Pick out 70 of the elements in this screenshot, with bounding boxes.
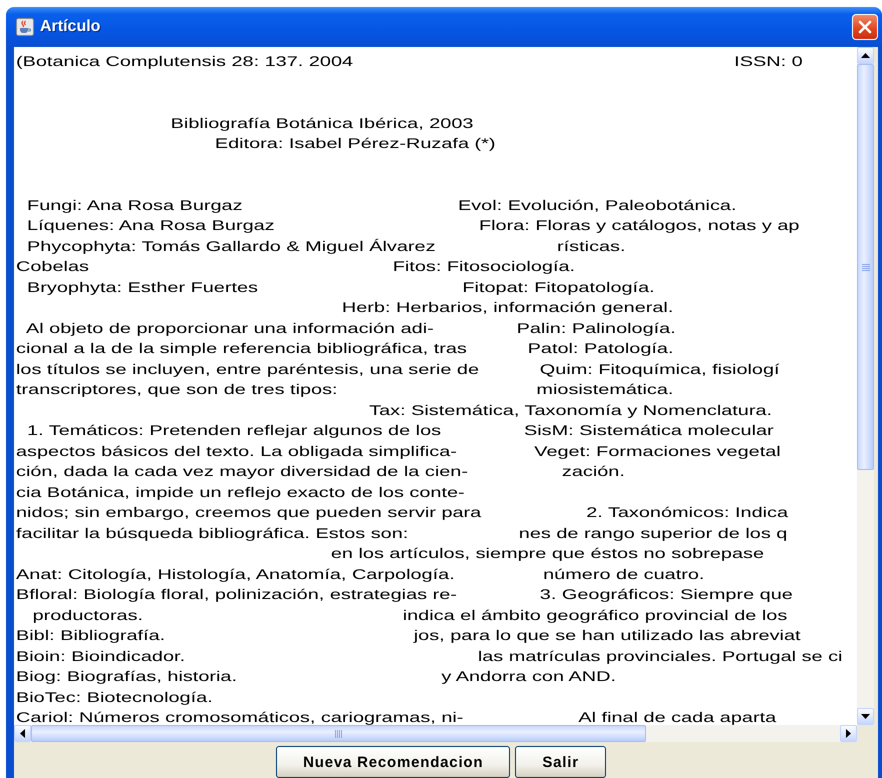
- text-line: Patol: Patología.: [528, 340, 674, 356]
- text-line: 2. Taxonómicos: Indica: [586, 504, 788, 520]
- text-line: jos, para lo que se han utilizado las abreviat: [414, 627, 801, 643]
- text-line: Palin: Palinología.: [516, 320, 676, 336]
- text-line: indica el ámbito geográfico provincial de los: [402, 606, 788, 622]
- text-line: Cobelas: [16, 258, 89, 274]
- text-line: (Botanica Complutensis 28: 137. 2004: [16, 53, 354, 69]
- text-line: 1. Temáticos: Pretenden reflejar algunos de los: [27, 422, 442, 438]
- text-line: Bryophyta: Esther Fuertes: [27, 278, 258, 294]
- close-button[interactable]: [852, 14, 878, 40]
- text-line: Veget: Formaciones vegetal: [534, 442, 781, 458]
- text-line: Al objeto de proporcionar una información adi-: [26, 320, 434, 336]
- scroll-up-button[interactable]: [857, 47, 874, 64]
- vertical-scrollbar[interactable]: [857, 47, 874, 725]
- scrollbar-thumb[interactable]: [31, 725, 646, 742]
- text-area[interactable]: [14, 47, 857, 725]
- text-line: Anat: Citología, Histología, Anatomía, Carpología.: [16, 566, 455, 582]
- scroll-right-button[interactable]: [840, 725, 857, 742]
- text-line: Evol: Evolución, Paleobotánica.: [458, 196, 736, 212]
- text-line: SisM: Sistemática molecular: [524, 422, 774, 438]
- text-line: 3. Geográficos: Siempre que: [540, 586, 793, 602]
- text-line: zación.: [562, 463, 625, 479]
- text-line: Fungi: Ana Rosa Burgaz: [27, 196, 243, 212]
- right-arrow-icon: [846, 729, 851, 738]
- coffee-cup-icon: [16, 18, 34, 36]
- text-line: Bioin: Bioindicador.: [16, 648, 186, 664]
- text-line: Flora: Floras y catálogos, notas y ap: [478, 217, 800, 233]
- text-line: las matrículas provinciales. Portugal se ci: [478, 648, 842, 664]
- text-line: miosistemática.: [536, 381, 674, 397]
- text-line: aspectos básicos del texto. La obligada simplifica-: [16, 442, 457, 458]
- text-line: los títulos se incluyen, entre paréntesis, una serie de: [16, 360, 480, 376]
- text-line: y Andorra con AND.: [441, 668, 616, 684]
- text-line: ISSN: 0: [734, 53, 803, 69]
- horizontal-scrollbar[interactable]: [14, 725, 857, 742]
- text-line: Al final de cada aparta: [578, 709, 776, 725]
- text-line: nidos; sin embargo, creemos que pueden servir para: [16, 504, 482, 520]
- window-title: Artículo: [40, 18, 102, 36]
- text-line: Fitos: Fitosociología.: [392, 258, 576, 274]
- text-line: cia Botánica, impide un reflejo exacto de los conte-: [16, 484, 465, 500]
- text-line: Herb: Herbarios, información general.: [342, 299, 674, 315]
- text-line: facilitar la búsqueda bibliográfica. Estos son:: [16, 524, 408, 540]
- text-line: Biog: Biografías, historia.: [16, 668, 237, 684]
- close-icon: [858, 20, 872, 34]
- text-line: BioTec: Biotecnología.: [16, 688, 213, 704]
- text-line: Bibl: Bibliografía.: [16, 627, 166, 643]
- text-line: número de cuatro.: [543, 566, 704, 582]
- exit-button[interactable]: Salir: [515, 746, 606, 778]
- text-line: rísticas.: [557, 238, 626, 254]
- text-line: nes de rango superior de los q: [518, 524, 788, 540]
- text-line: Bibliografía Botánica Ibérica, 2003: [170, 114, 474, 130]
- text-line: productoras.: [32, 606, 144, 622]
- text-line: Líquenes: Ana Rosa Burgaz: [27, 217, 275, 233]
- text-line: Fitopat: Fitopatología.: [462, 278, 655, 294]
- text-line: Bfloral: Biología floral, polinización, estrategias re-: [16, 586, 457, 602]
- scroll-left-button[interactable]: [14, 725, 31, 742]
- down-arrow-icon: [861, 714, 870, 719]
- text-line: Editora: Isabel Pérez-Ruzafa (*): [214, 135, 496, 151]
- text-line: cional a la de la simple referencia bibliográfica, tras: [16, 340, 467, 356]
- up-arrow-icon: [861, 53, 870, 58]
- scrollbar-thumb[interactable]: [857, 64, 874, 470]
- scroll-down-button[interactable]: [857, 708, 874, 725]
- text-line: ción, dada la cada vez mayor diversidad de la cien-: [16, 463, 468, 479]
- text-line: Phycophyta: Tomás Gallardo & Miguel Álvarez: [27, 238, 436, 254]
- recommend-button[interactable]: Nueva Recomendacion: [276, 746, 510, 778]
- text-line: Cariol: Números cromosomáticos, cariogramas, ni-: [16, 709, 464, 725]
- left-arrow-icon: [20, 729, 25, 738]
- text-line: Tax: Sistemática, Taxonomía y Nomenclatura.: [369, 402, 772, 418]
- text-line: transcriptores, que son de tres tipos:: [16, 381, 338, 397]
- text-line: en los artículos, siempre que éstos no sobrepase: [330, 545, 764, 561]
- text-line: Quim: Fitoquímica, fisiologí: [540, 360, 780, 376]
